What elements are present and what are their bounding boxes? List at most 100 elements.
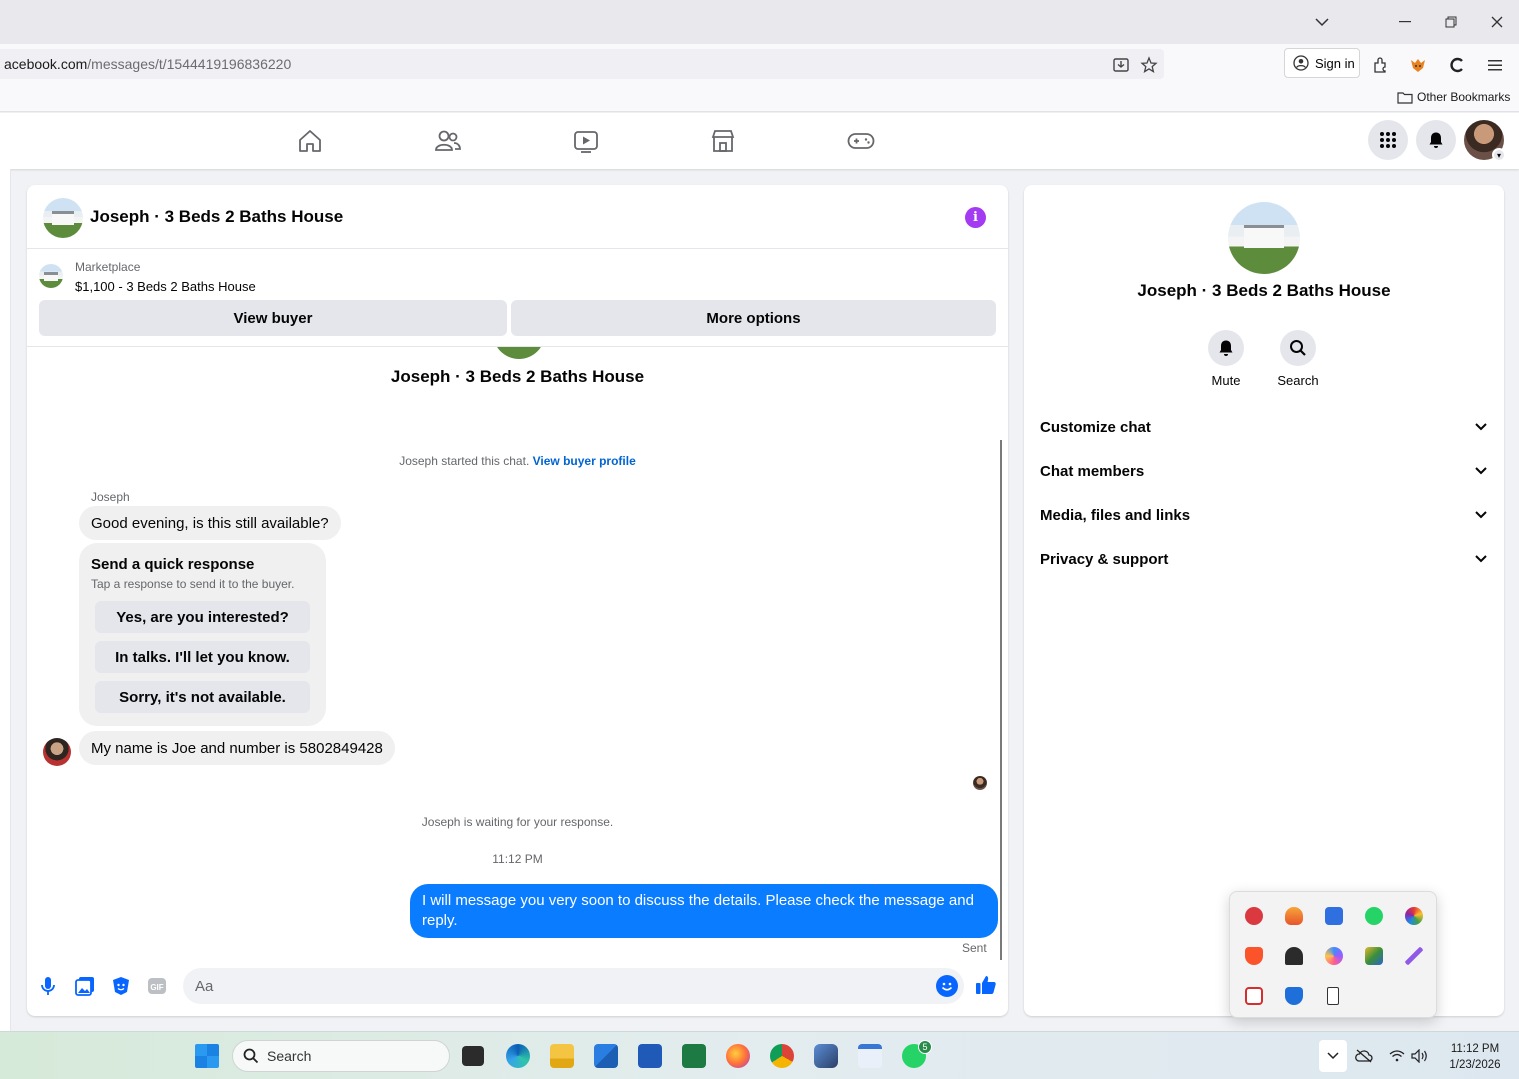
browser-titlebar xyxy=(0,0,1519,44)
watch-icon[interactable] xyxy=(570,125,602,157)
color-wheel-icon[interactable] xyxy=(1405,907,1423,925)
more-options-button[interactable]: More options xyxy=(511,300,996,336)
contact-avatar[interactable] xyxy=(1228,202,1300,274)
sender-name: Joseph xyxy=(91,490,130,504)
gif-icon[interactable]: GIF xyxy=(146,975,168,997)
security-shield-icon[interactable] xyxy=(1285,987,1303,1005)
message-composer: GIF Aa xyxy=(27,954,1008,1016)
show-hidden-icons-chevron-icon[interactable] xyxy=(1319,1040,1347,1072)
buyer-avatar[interactable] xyxy=(43,738,71,766)
listing-title[interactable]: $1,100 - 3 Beds 2 Baths House xyxy=(75,279,256,294)
usb-drive-icon[interactable] xyxy=(1327,987,1339,1005)
menu-grid-icon[interactable] xyxy=(1368,120,1408,160)
quick-response-subtitle: Tap a response to send it to the buyer. xyxy=(91,577,295,591)
file-explorer-icon[interactable] xyxy=(550,1044,574,1068)
view-buyer-profile-link[interactable]: View buyer profile xyxy=(533,454,636,468)
pen-icon[interactable] xyxy=(1405,947,1423,965)
marketplace-label: Marketplace xyxy=(75,260,141,274)
incoming-message[interactable]: My name is Joe and number is 5802849428 xyxy=(79,731,395,765)
section-privacy-support[interactable]: Privacy & support xyxy=(1040,537,1488,581)
photo-icon[interactable] xyxy=(74,975,96,997)
extension-fox-icon[interactable] xyxy=(1407,54,1429,76)
chrome-icon[interactable] xyxy=(770,1044,794,1068)
other-bookmarks[interactable]: Other Bookmarks xyxy=(1397,90,1510,104)
bookmark-star-icon[interactable] xyxy=(1139,55,1159,75)
font-tool-icon[interactable] xyxy=(1365,947,1383,965)
mute-button[interactable]: Mute xyxy=(1196,330,1256,388)
wifi-icon[interactable] xyxy=(1388,1048,1406,1064)
url-field[interactable]: acebook.com/messages/t/1544419196836220 xyxy=(0,49,1164,79)
left-sidebar-edge xyxy=(0,169,11,1031)
marketplace-icon[interactable] xyxy=(707,125,739,157)
start-windows-icon[interactable] xyxy=(195,1044,219,1068)
quick-response-not-available[interactable]: Sorry, it's not available. xyxy=(95,681,310,713)
info-app-icon[interactable] xyxy=(1325,907,1343,925)
section-chat-members[interactable]: Chat members xyxy=(1040,449,1488,493)
info-icon[interactable]: i xyxy=(965,207,986,228)
search-icon xyxy=(243,1048,259,1064)
chat-window: Joseph · 3 Beds 2 Baths House i Marketpl… xyxy=(27,185,1008,1016)
quick-response-yes[interactable]: Yes, are you interested? xyxy=(95,601,310,633)
wifi-tower-icon[interactable] xyxy=(1285,947,1303,965)
notifications-bell-icon[interactable] xyxy=(1416,120,1456,160)
chat-avatar[interactable] xyxy=(43,198,83,238)
url-path: /messages/t/1544419196836220 xyxy=(87,56,292,72)
save-page-icon[interactable] xyxy=(1111,55,1131,75)
task-view-icon[interactable] xyxy=(462,1046,484,1066)
message-input[interactable]: Aa xyxy=(183,968,964,1004)
profile-avatar[interactable]: ▾ xyxy=(1464,120,1506,162)
taskbar-clock[interactable]: 11:12 PM 1/23/2026 xyxy=(1440,1041,1510,1073)
fire-app-icon[interactable] xyxy=(1285,907,1303,925)
whatsapp-badge: 5 xyxy=(918,1040,932,1054)
restore-icon[interactable] xyxy=(1439,10,1463,34)
section-media-files-links[interactable]: Media, files and links xyxy=(1040,493,1488,537)
home-icon[interactable] xyxy=(294,125,326,157)
outgoing-message[interactable]: I will message you very soon to discuss … xyxy=(410,884,998,938)
brave-icon[interactable] xyxy=(1245,947,1263,965)
gaming-icon[interactable] xyxy=(845,125,877,157)
extension-c-icon[interactable] xyxy=(1447,54,1469,76)
expressvpn-icon[interactable] xyxy=(1245,907,1263,925)
chevron-down-icon xyxy=(1475,423,1487,431)
app-icon[interactable] xyxy=(814,1044,838,1068)
sign-in-button[interactable]: Sign in xyxy=(1284,48,1360,78)
onedrive-offline-icon[interactable] xyxy=(1355,1048,1373,1064)
section-label: Customize chat xyxy=(1040,418,1151,436)
thumbs-up-icon[interactable] xyxy=(974,973,998,997)
chevron-down-icon xyxy=(1475,555,1487,563)
taskbar-search[interactable]: Search xyxy=(232,1040,450,1072)
close-window-icon[interactable] xyxy=(1485,10,1509,34)
chat-started-text: Joseph started this chat. xyxy=(399,454,530,468)
system-tray-flyout xyxy=(1229,891,1437,1018)
minimize-icon[interactable] xyxy=(1393,10,1417,34)
listing-thumbnail xyxy=(39,264,63,288)
edge-icon[interactable] xyxy=(506,1044,530,1068)
friends-icon[interactable] xyxy=(432,125,464,157)
sticker-icon[interactable] xyxy=(110,975,132,997)
section-label: Privacy & support xyxy=(1040,550,1169,568)
notepad-icon[interactable] xyxy=(858,1044,882,1068)
search-in-chat-button[interactable]: Search xyxy=(1268,330,1328,388)
word-icon[interactable] xyxy=(638,1044,662,1068)
microsoft-store-icon[interactable] xyxy=(594,1044,618,1068)
microphone-icon[interactable] xyxy=(37,975,59,997)
account-chevron-icon: ▾ xyxy=(1492,148,1506,162)
extensions-icon[interactable] xyxy=(1370,54,1392,76)
incoming-message[interactable]: Good evening, is this still available? xyxy=(79,506,341,540)
whatsapp-tray-icon[interactable] xyxy=(1365,907,1383,925)
copilot-icon[interactable] xyxy=(1325,947,1343,965)
section-customize-chat[interactable]: Customize chat xyxy=(1040,405,1488,449)
menu-icon[interactable] xyxy=(1485,54,1507,76)
pdf-app-icon[interactable] xyxy=(1245,987,1263,1005)
tab-list-icon[interactable] xyxy=(1310,10,1334,34)
thread-avatar xyxy=(493,347,545,359)
thread-scrollbar[interactable] xyxy=(1000,440,1002,960)
volume-icon[interactable] xyxy=(1411,1048,1429,1064)
emoji-icon[interactable] xyxy=(936,975,958,997)
view-buyer-button[interactable]: View buyer xyxy=(39,300,507,336)
message-thread[interactable]: Joseph · 3 Beds 2 Baths House Joseph sta… xyxy=(27,347,1008,954)
quick-response-in-talks[interactable]: In talks. I'll let you know. xyxy=(95,641,310,673)
chat-title[interactable]: Joseph · 3 Beds 2 Baths House xyxy=(90,207,343,227)
excel-icon[interactable] xyxy=(682,1044,706,1068)
firefox-icon[interactable] xyxy=(726,1044,750,1068)
